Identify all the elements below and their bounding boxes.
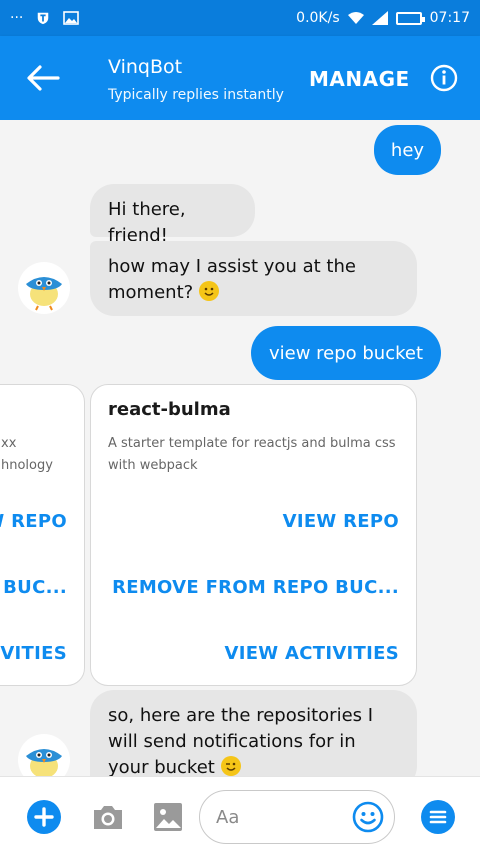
bot-avatar [18,262,70,314]
view-activities-button[interactable]: VIEW ACTIVITIES [224,643,399,664]
incoming-message: so, here are the repositories I will sen… [90,690,417,776]
wifi-icon [347,12,364,24]
repo-title: react-bulma [108,399,231,420]
image-icon[interactable] [151,800,185,834]
clock: 07:17 [429,10,470,26]
network-speed: 0.0K/s [296,10,340,26]
menu-icon[interactable] [421,800,455,834]
message-text: Hi there, friend! [108,199,186,246]
view-repo-button[interactable]: VIEW REPO [283,511,399,532]
outgoing-message: hey [374,125,441,175]
message-input[interactable]: Aa [199,790,395,844]
gallery-notification-icon [63,11,80,25]
message-placeholder: Aa [216,807,240,828]
bot-avatar [18,734,70,776]
view-repo-button[interactable]: W REPO [0,511,67,532]
camera-icon[interactable] [91,800,125,834]
bot-name: VinqBot [108,56,183,78]
wink-emoji-icon [220,756,241,776]
remove-from-bucket-button[interactable]: REMOVE FROM REPO BUC... [112,577,399,598]
manage-button[interactable]: MANAGE [309,67,410,91]
incoming-message: Hi there, friend! [90,184,255,246]
view-activities-button[interactable]: IVITIES [0,643,67,664]
shield-icon [38,12,49,25]
repo-card: xx hnology W REPO ) BUC... IVITIES [0,384,85,686]
message-text: view repo bucket [268,342,424,364]
status-bar: ··· 0.0K/s 07:17 [0,0,480,36]
app-bar: VinqBot Typically replies instantly MANA… [0,36,480,120]
remove-from-bucket-button[interactable]: ) BUC... [0,577,67,598]
smiley-emoji-icon [198,281,219,301]
info-icon[interactable] [430,64,458,92]
bot-status: Typically replies instantly [108,87,284,103]
signal-icon [371,11,388,25]
message-text: hey [390,139,425,161]
plus-icon[interactable] [27,800,61,834]
bird-avatar-icon [26,277,62,311]
description-line: hnology [1,458,53,473]
repo-card: react-bulma A starter template for react… [90,384,417,686]
incoming-message: how may I assist you at the moment? [90,241,417,316]
bird-avatar-icon [26,749,62,776]
outgoing-message: view repo bucket [251,326,441,380]
message-text: how may I assist you at the moment? [108,256,356,303]
conversation[interactable]: hey Hi there, friend! how may I assist y… [0,120,480,776]
repo-description: A starter template for reactjs and bulma… [108,436,396,473]
composer-bar: Aa [0,776,480,854]
smile-icon[interactable] [352,801,384,833]
repo-description: xx hnology [1,433,81,477]
notification-dots: ··· [10,10,24,26]
battery-icon [395,11,425,25]
back-arrow-icon[interactable] [22,62,62,94]
description-line: xx [1,436,17,451]
